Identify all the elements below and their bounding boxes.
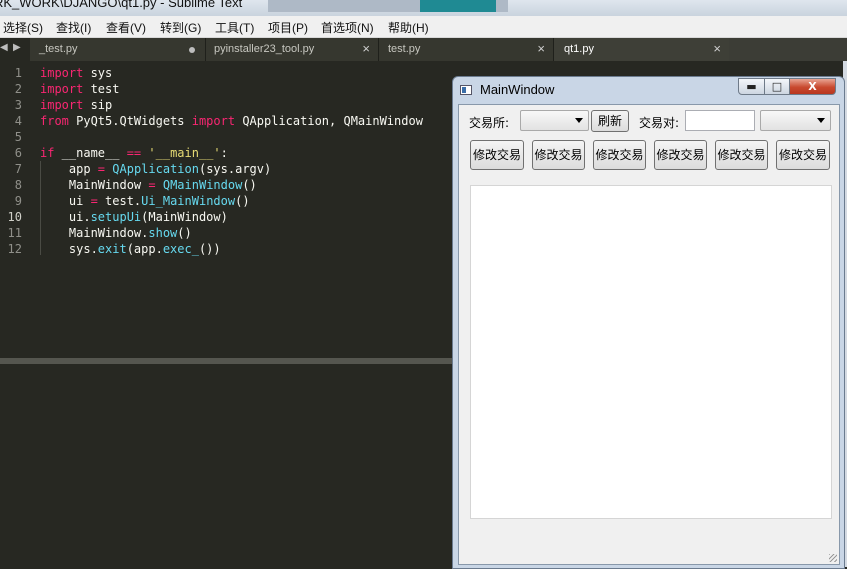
tab-scroll-right-icon[interactable]: ▶ bbox=[13, 42, 21, 53]
menu-tools[interactable]: 工具(T) bbox=[215, 19, 254, 36]
tab-scroll-left-icon[interactable]: ◀ bbox=[0, 42, 8, 53]
modify-trade-button-4[interactable]: 修改交易 bbox=[654, 140, 707, 170]
menu-goto[interactable]: 转到(G) bbox=[160, 19, 201, 36]
menu-bar: 选择(S) 查找(I) 查看(V) 转到(G) 工具(T) 项目(P) 首选项(… bbox=[0, 16, 847, 38]
minimize-icon: ▬ bbox=[746, 80, 757, 93]
minimize-button[interactable]: ▬ bbox=[738, 78, 765, 95]
output-text-area[interactable] bbox=[470, 185, 832, 519]
code-line[interactable]: MainWindow.show() bbox=[40, 226, 192, 240]
tab-label: _test.py bbox=[39, 43, 78, 55]
code-line[interactable]: ui.setupUi(MainWindow) bbox=[40, 210, 228, 224]
chevron-down-icon bbox=[575, 118, 583, 123]
menu-find[interactable]: 查找(I) bbox=[56, 19, 91, 36]
code-line[interactable]: if __name__ == '__main__': bbox=[40, 146, 228, 160]
code-line[interactable]: from PyQt5.QtWidgets import QApplication… bbox=[40, 114, 423, 128]
tab-label: pyinstaller23_tool.py bbox=[214, 43, 315, 55]
close-tab-icon[interactable]: × bbox=[362, 41, 370, 56]
title-bar-highlight bbox=[420, 0, 496, 12]
title-bar: RK_WORK\DJANGO\qt1.py - Sublime Text bbox=[0, 0, 847, 16]
menu-view[interactable]: 查看(V) bbox=[106, 19, 146, 36]
line-number: 1 bbox=[14, 66, 22, 80]
window-app-icon bbox=[460, 85, 472, 95]
code-line[interactable]: sys.exit(app.exec_()) bbox=[40, 242, 221, 256]
menu-preferences[interactable]: 首选项(N) bbox=[321, 19, 374, 36]
tab-qt1-py[interactable]: qt1.py × bbox=[554, 38, 730, 61]
line-number: 11 bbox=[7, 226, 22, 240]
line-number-current: 10 bbox=[7, 210, 22, 224]
code-line[interactable]: import sys bbox=[40, 66, 112, 80]
code-line[interactable]: ui = test.Ui_MainWindow() bbox=[40, 194, 250, 208]
modify-trade-button-3[interactable]: 修改交易 bbox=[593, 140, 646, 170]
line-number: 6 bbox=[14, 146, 22, 160]
line-number: 12 bbox=[7, 242, 22, 256]
tab-bar: ◀ ▶ _test.py pyinstaller23_tool.py × tes… bbox=[0, 38, 847, 61]
trading-pair-combobox[interactable] bbox=[760, 110, 831, 131]
line-number: 4 bbox=[14, 114, 22, 128]
menu-select[interactable]: 选择(S) bbox=[3, 19, 43, 36]
code-editor[interactable]: 1 2 3 4 5 6 7 8 9 10 11 12 import sys im… bbox=[0, 61, 452, 358]
qt-window-title: MainWindow bbox=[480, 82, 555, 97]
chevron-down-icon bbox=[817, 118, 825, 123]
code-line[interactable]: import test bbox=[40, 82, 119, 96]
close-tab-icon[interactable]: × bbox=[537, 41, 545, 56]
lower-editor-panel[interactable] bbox=[0, 364, 452, 567]
exchange-label: 交易所: bbox=[469, 116, 510, 130]
exchange-combobox[interactable] bbox=[520, 110, 589, 131]
modify-trade-button-2[interactable]: 修改交易 bbox=[532, 140, 585, 170]
qt-main-window: MainWindow ▬ □ X 交易所: 刷新 交易对: 修改交易 修改交易 … bbox=[452, 76, 845, 569]
line-number: 7 bbox=[14, 162, 22, 176]
close-button[interactable]: X bbox=[789, 78, 836, 95]
line-number: 2 bbox=[14, 82, 22, 96]
close-icon: X bbox=[808, 80, 817, 93]
tab-label: test.py bbox=[388, 43, 421, 55]
modify-trade-button-5[interactable]: 修改交易 bbox=[715, 140, 768, 170]
close-tab-icon[interactable]: × bbox=[713, 41, 721, 56]
trading-pair-input[interactable] bbox=[685, 110, 755, 131]
window-title: RK_WORK\DJANGO\qt1.py - Sublime Text bbox=[0, 0, 243, 10]
line-number: 9 bbox=[14, 194, 22, 208]
line-number: 5 bbox=[14, 130, 22, 144]
tab-test-py[interactable]: test.py × bbox=[379, 38, 554, 61]
code-line[interactable]: app = QApplication(sys.argv) bbox=[40, 162, 271, 176]
tab-pyinstaller23-tool[interactable]: pyinstaller23_tool.py × bbox=[206, 38, 379, 61]
maximize-icon: □ bbox=[771, 80, 783, 93]
line-number: 8 bbox=[14, 178, 22, 192]
code-line[interactable]: MainWindow = QMainWindow() bbox=[40, 178, 257, 192]
modify-trade-button-6[interactable]: 修改交易 bbox=[776, 140, 830, 170]
resize-grip-icon[interactable] bbox=[829, 554, 837, 562]
qt-title-bar[interactable]: MainWindow ▬ □ X bbox=[453, 77, 844, 103]
modify-trade-button-1[interactable]: 修改交易 bbox=[470, 140, 524, 170]
line-number: 3 bbox=[14, 98, 22, 112]
refresh-button[interactable]: 刷新 bbox=[591, 110, 629, 132]
tab-test[interactable]: _test.py bbox=[30, 38, 206, 61]
menu-help[interactable]: 帮助(H) bbox=[388, 19, 429, 36]
menu-project[interactable]: 项目(P) bbox=[268, 19, 308, 36]
trading-pair-label: 交易对: bbox=[639, 116, 680, 130]
tab-label: qt1.py bbox=[564, 43, 594, 55]
tab-bar-filler bbox=[729, 38, 847, 61]
modified-dot-icon[interactable] bbox=[189, 47, 195, 53]
code-line[interactable]: import sip bbox=[40, 98, 112, 112]
qt-central-widget: 交易所: 刷新 交易对: 修改交易 修改交易 修改交易 修改交易 修改交易 修改… bbox=[458, 104, 840, 565]
maximize-button[interactable]: □ bbox=[764, 78, 790, 95]
